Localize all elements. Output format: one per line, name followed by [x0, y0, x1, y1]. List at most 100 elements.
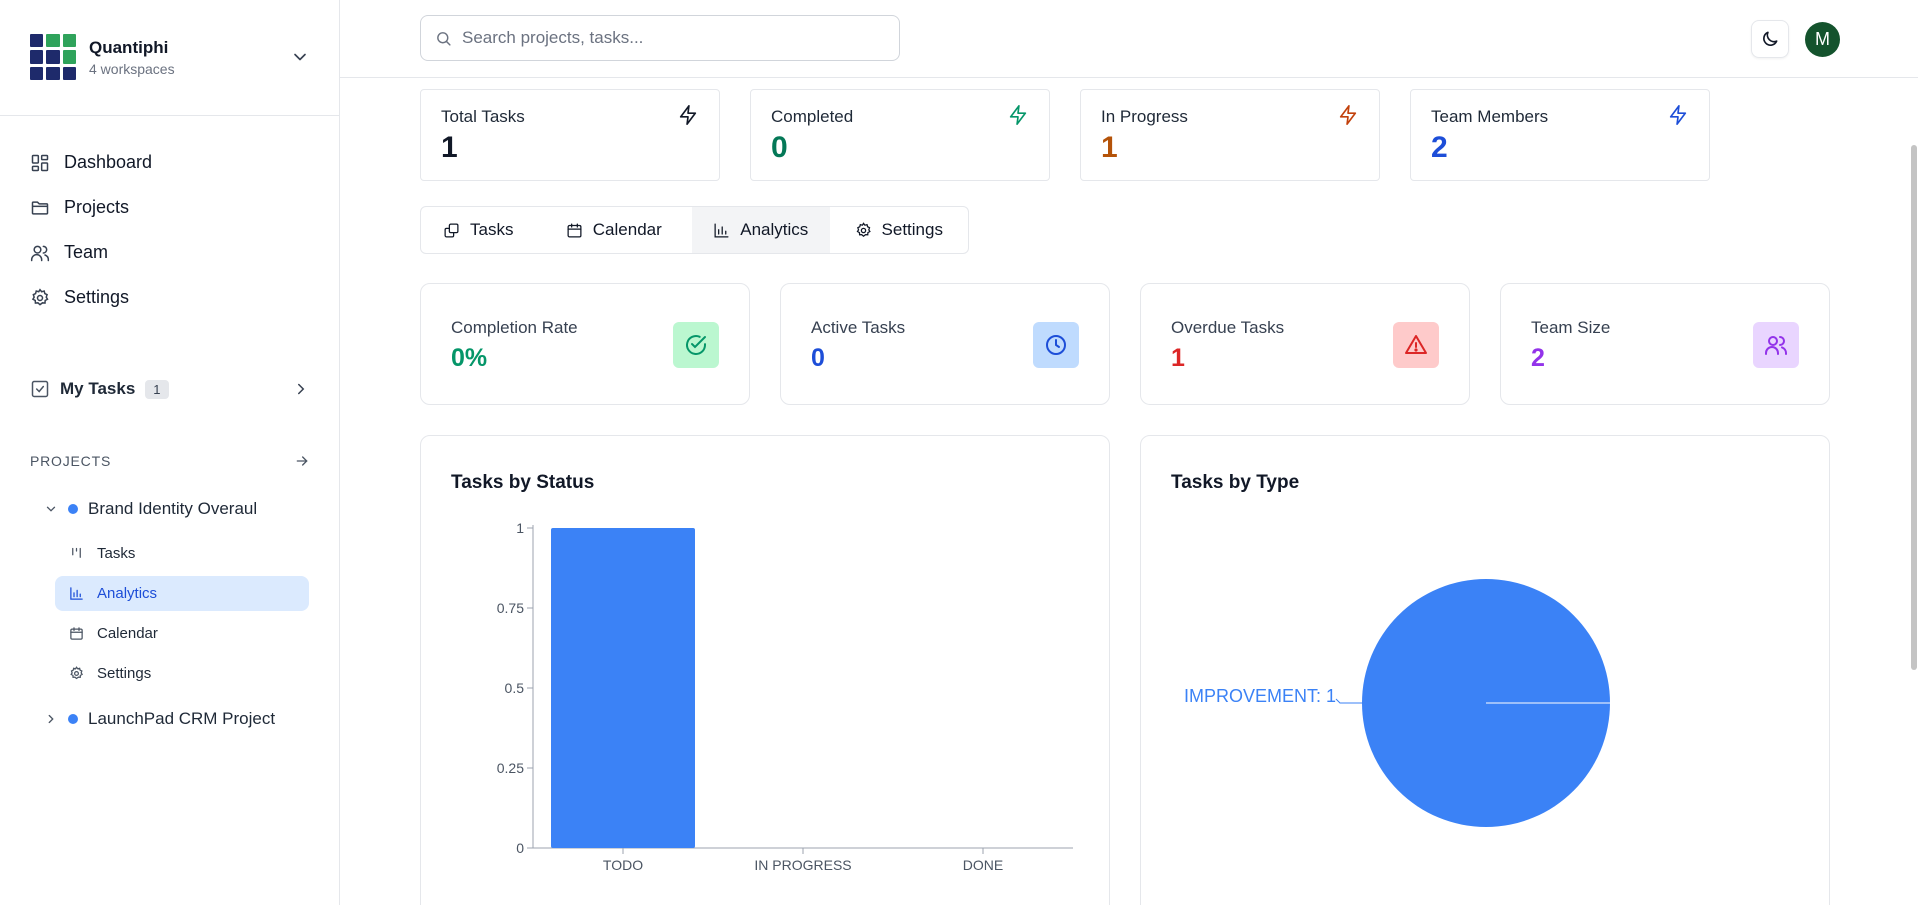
- user-avatar[interactable]: M: [1805, 22, 1840, 57]
- stat-label: Team Members: [1431, 107, 1549, 126]
- pie-label-leader: [1335, 698, 1362, 704]
- workspace-count: 4 workspaces: [89, 60, 175, 77]
- sidebar: Quantiphi 4 workspaces Dashboard Project…: [0, 0, 340, 905]
- stat-value: 1: [1101, 131, 1118, 164]
- chevron-right-icon[interactable]: [44, 712, 58, 726]
- metric-icon-box: [673, 322, 719, 368]
- sidebar-divider: [0, 115, 340, 116]
- chart-card-tasks-by-status: Tasks by Status 0 0.25 0.5 0.75 1 TODO IN PROG…: [420, 435, 1110, 905]
- users-icon: [30, 245, 50, 261]
- stat-card-completed: Completed 0: [750, 89, 1050, 181]
- project-name: LaunchPad CRM Project: [88, 709, 276, 728]
- metric-card-team-size: Team Size 2: [1500, 283, 1830, 405]
- calendar-icon: [70, 627, 83, 640]
- nav-item-dashboard[interactable]: Dashboard: [30, 140, 310, 185]
- workspace-switcher[interactable]: Quantiphi 4 workspaces: [30, 30, 310, 84]
- chevron-down-icon[interactable]: [44, 502, 58, 516]
- y-tick-label: 0.5: [505, 680, 525, 696]
- tasks-icon: [444, 222, 459, 238]
- bar-chart: 0 0.25 0.5 0.75 1 TODO IN PROGRESS DONE: [497, 520, 1073, 873]
- lightning-icon: [679, 105, 697, 125]
- theme-toggle-button[interactable]: [1751, 20, 1789, 58]
- metric-card-completion-rate: Completion Rate 0%: [420, 283, 750, 405]
- subitem-label: Tasks: [97, 545, 136, 562]
- lightning-icon: [1009, 105, 1027, 125]
- stat-label: In Progress: [1101, 107, 1188, 126]
- project-tabs: Tasks Calendar Analytics Settings: [420, 206, 969, 254]
- users-icon: [1765, 336, 1787, 355]
- gear-icon: [70, 666, 83, 680]
- stat-card-in-progress: In Progress 1: [1080, 89, 1380, 181]
- moon-icon: [1763, 31, 1778, 46]
- y-tick-label: 1: [516, 520, 524, 536]
- metric-card-active-tasks: Active Tasks 0: [780, 283, 1110, 405]
- folder-icon: [31, 200, 49, 215]
- stat-label: Completed: [771, 107, 854, 126]
- pie-chart: IMPROVEMENT: 1: [1184, 579, 1610, 827]
- nav-item-projects[interactable]: Projects: [30, 185, 310, 230]
- warning-icon: [1405, 335, 1427, 354]
- metric-label: Active Tasks: [811, 318, 906, 337]
- search-input[interactable]: [462, 28, 882, 48]
- metric-value: 0%: [451, 344, 488, 372]
- metric-card-overdue-tasks: Overdue Tasks 1: [1140, 283, 1470, 405]
- tab-label: Analytics: [740, 220, 809, 239]
- my-tasks-item[interactable]: My Tasks 1: [30, 372, 310, 406]
- stat-value: 0: [771, 131, 788, 164]
- scrollbar-thumb[interactable]: [1911, 145, 1917, 670]
- nav-item-label: Team: [64, 242, 109, 262]
- nav-item-label: Projects: [64, 197, 130, 217]
- metric-label: Team Size: [1531, 318, 1611, 337]
- project-color-dot: [68, 714, 78, 724]
- lightning-icon: [1669, 105, 1687, 125]
- gear-icon: [31, 287, 49, 306]
- metric-label: Completion Rate: [451, 318, 578, 337]
- lightning-icon: [1339, 105, 1357, 125]
- tab-analytics[interactable]: Analytics: [692, 207, 830, 253]
- main-nav: Dashboard Projects Team Settings: [30, 140, 310, 320]
- search-bar[interactable]: [420, 15, 900, 61]
- project-item-brand-identity[interactable]: Brand Identity Overaul: [44, 492, 324, 526]
- arrow-right-icon[interactable]: [294, 453, 310, 469]
- metric-icon-box: [1753, 322, 1799, 368]
- checkbox-icon: [31, 380, 49, 398]
- bar-chart-icon: [70, 587, 83, 600]
- metric-icon-box: [1393, 322, 1439, 368]
- workspace-logo: [30, 34, 76, 80]
- tab-label: Calendar: [592, 220, 662, 239]
- nav-item-team[interactable]: Team: [30, 230, 310, 275]
- my-tasks-count-badge: 1: [145, 379, 169, 399]
- metric-icon-box: [1033, 322, 1079, 368]
- workspace-name: Quantiphi: [89, 37, 169, 57]
- project-item-launchpad[interactable]: LaunchPad CRM Project: [44, 702, 324, 736]
- project-subitem-analytics[interactable]: Analytics: [55, 576, 309, 611]
- tab-settings[interactable]: Settings: [830, 207, 969, 253]
- bar-todo: [551, 528, 695, 848]
- project-subitem-tasks[interactable]: Tasks: [55, 536, 309, 571]
- subitem-label: Analytics: [97, 585, 158, 602]
- metric-value: 2: [1531, 344, 1545, 372]
- subitem-label: Settings: [97, 665, 152, 682]
- gear-icon: [856, 221, 871, 237]
- nav-item-label: Dashboard: [64, 152, 153, 172]
- tab-calendar[interactable]: Calendar: [536, 207, 692, 253]
- projects-section-header: PROJECTS: [30, 453, 310, 469]
- chevron-down-icon: [294, 53, 306, 61]
- projects-heading: PROJECTS: [30, 453, 112, 469]
- stat-label: Total Tasks: [441, 107, 525, 126]
- project-subitem-settings[interactable]: Settings: [55, 656, 309, 691]
- nav-item-settings[interactable]: Settings: [30, 275, 310, 320]
- subitem-label: Calendar: [97, 625, 158, 642]
- nav-item-label: Settings: [64, 287, 130, 307]
- calendar-icon: [567, 222, 582, 238]
- tab-tasks[interactable]: Tasks: [421, 207, 536, 253]
- stat-value: 1: [441, 131, 458, 164]
- search-icon: [437, 31, 451, 46]
- tab-label: Settings: [881, 220, 943, 239]
- kanban-icon: [72, 547, 81, 558]
- project-subitem-calendar[interactable]: Calendar: [55, 616, 309, 651]
- y-tick-label: 0.25: [497, 760, 524, 776]
- metric-label: Overdue Tasks: [1171, 318, 1285, 337]
- metric-value: 0: [811, 344, 825, 372]
- dashboard-icon: [31, 154, 49, 171]
